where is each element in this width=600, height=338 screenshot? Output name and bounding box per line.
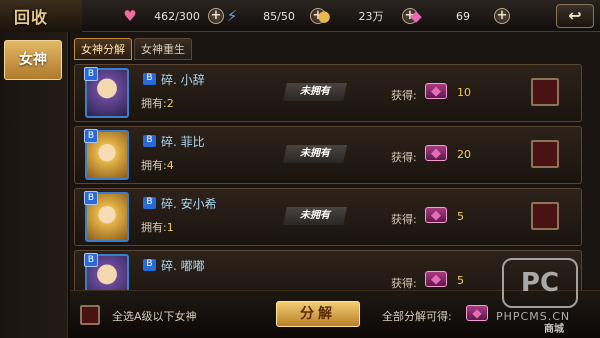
decompose-button[interactable]: 分解 — [276, 301, 360, 327]
gem-icon: ◆ — [410, 7, 422, 25]
rank-badge: B — [84, 253, 98, 267]
hearts-value: 462/300 — [154, 9, 200, 23]
gem-icon: ◆ — [425, 271, 447, 287]
gem-icon: ◆ — [425, 145, 447, 161]
gain-value: 5 — [457, 210, 464, 223]
energy-value: 85/50 — [263, 9, 295, 23]
list-item: B B 碎. 菲比 拥有:4 未拥有 获得: ◆ 20 — [74, 126, 582, 184]
top-bar: 回收 ♥ 462/300 + ⚡ 85/50 + ● 23万 + ◆ 69 + … — [0, 0, 600, 32]
gain-label: 获得: — [391, 151, 417, 164]
watermark: PC PHPCMS.CN 商城 — [494, 258, 590, 335]
gain-label: 获得: — [391, 213, 417, 226]
fragment-badge: B — [143, 73, 156, 85]
portrait-avatar: B — [84, 191, 129, 242]
not-owned-badge: 未拥有 — [283, 207, 347, 225]
gem-icon: ◆ — [466, 305, 488, 321]
lightning-icon: ⚡ — [226, 7, 238, 25]
heart-icon: ♥ — [123, 7, 137, 25]
coins-resource: ● 23万 + — [314, 6, 418, 26]
gain-value: 5 — [457, 274, 464, 287]
select-all-checkbox[interactable] — [80, 305, 100, 325]
gems-value: 69 — [456, 9, 470, 23]
rank-badge: B — [84, 129, 98, 143]
energy-resource: ⚡ 85/50 + — [222, 6, 326, 26]
gem-icon: ◆ — [425, 83, 447, 99]
hearts-resource: ♥ 462/300 + — [120, 6, 224, 26]
item-name: 碎. 小辞 — [161, 73, 205, 87]
tab-rebirth[interactable]: 女神重生 — [134, 38, 192, 60]
gain-label: 获得: — [391, 89, 417, 102]
fragment-badge: B — [143, 259, 156, 271]
return-arrow-icon: ↩ — [568, 6, 582, 25]
portrait-avatar: B — [84, 253, 129, 290]
item-name: 碎. 菲比 — [161, 135, 205, 149]
gain-label: 获得: — [391, 277, 417, 290]
logo: 回收 — [0, 0, 82, 32]
gain-value: 20 — [457, 148, 471, 161]
add-gems-button[interactable]: + — [494, 8, 510, 24]
tab-bar: 女神分解 女神重生 — [74, 38, 192, 60]
logo-text: 回收 — [14, 8, 49, 27]
shop-button[interactable]: 商城 — [544, 320, 564, 335]
coin-icon: ● — [317, 7, 331, 25]
sidebar: 女神 — [0, 32, 68, 338]
rank-badge: B — [84, 67, 98, 81]
select-all-label: 全选A级以下女神 — [112, 310, 197, 323]
item-name: 碎. 嘟嘟 — [161, 259, 205, 273]
owned-count: 拥有:4 — [141, 159, 174, 172]
rank-badge: B — [84, 191, 98, 205]
select-checkbox[interactable] — [531, 78, 559, 106]
owned-count: 拥有:1 — [141, 221, 174, 234]
item-name: 碎. 安小希 — [161, 197, 217, 211]
portrait-avatar: B — [84, 129, 129, 180]
not-owned-badge: 未拥有 — [283, 83, 347, 101]
watermark-logo: PC — [502, 258, 578, 308]
list-item: B B 碎. 安小希 拥有:1 未拥有 获得: ◆ 5 — [74, 188, 582, 246]
portrait-avatar: B — [84, 67, 129, 118]
list-item: B B 碎. 小辞 拥有:2 未拥有 获得: ◆ 10 — [74, 64, 582, 122]
owned-count: 拥有:2 — [141, 97, 174, 110]
goddess-list[interactable]: B B 碎. 小辞 拥有:2 未拥有 获得: ◆ 10 B B 碎. 菲比 拥有… — [74, 64, 582, 290]
gem-icon: ◆ — [425, 207, 447, 223]
not-owned-badge: 未拥有 — [283, 145, 347, 163]
fragment-badge: B — [143, 135, 156, 147]
coins-value: 23万 — [358, 10, 384, 23]
gain-value: 10 — [457, 86, 471, 99]
sidebar-tab-goddess[interactable]: 女神 — [4, 40, 62, 80]
fragment-badge: B — [143, 197, 156, 209]
gems-resource: ◆ 69 + — [406, 6, 510, 26]
select-checkbox[interactable] — [531, 202, 559, 230]
tab-decompose[interactable]: 女神分解 — [74, 38, 132, 60]
total-gain-label: 全部分解可得: — [382, 310, 452, 323]
select-checkbox[interactable] — [531, 140, 559, 168]
back-button[interactable]: ↩ — [556, 4, 594, 28]
